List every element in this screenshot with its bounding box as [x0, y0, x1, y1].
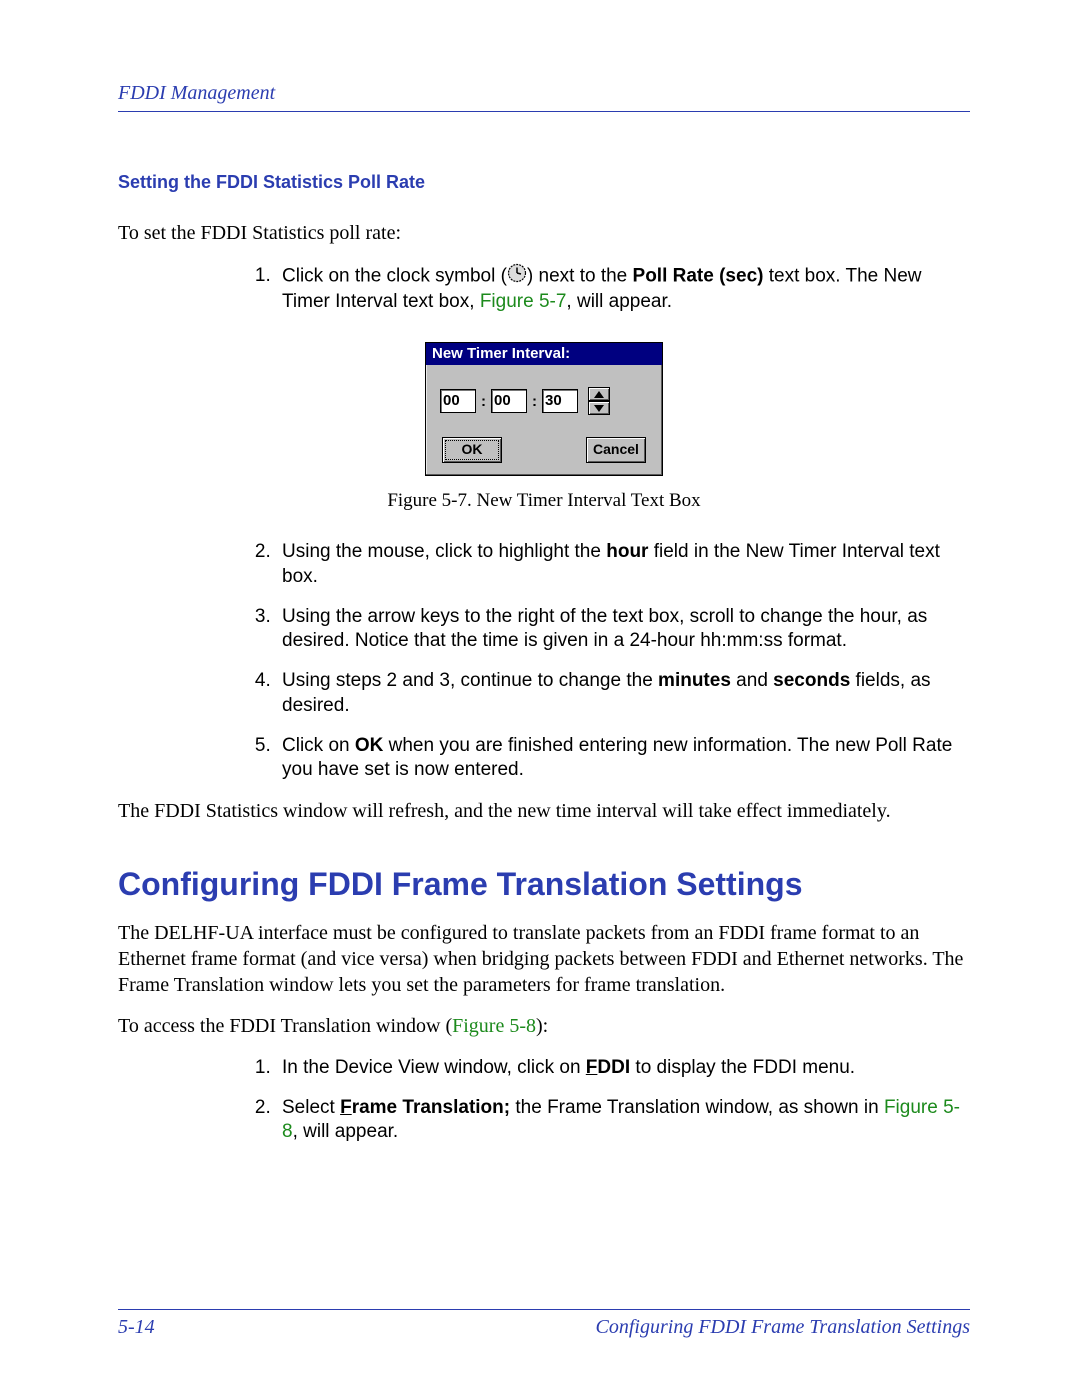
bold-rest: rame Translation;	[352, 1097, 510, 1118]
sub-heading: Setting the FDDI Statistics Poll Rate	[118, 172, 970, 193]
ok-button[interactable]: OK	[442, 437, 502, 463]
spinner-down-button[interactable]	[588, 401, 610, 415]
figure-caption: Figure 5-7. New Timer Interval Text Box	[118, 490, 970, 512]
time-row: 00 : 00 : 30	[440, 387, 648, 415]
after-text: The FDDI Statistics window will refresh,…	[118, 799, 970, 825]
footer-section-title: Configuring FDDI Frame Translation Setti…	[596, 1316, 970, 1339]
bold-label: hour	[606, 541, 648, 562]
step-text: ) next to the	[527, 265, 633, 286]
steps-list-2: Using the mouse, click to highlight the …	[248, 540, 970, 783]
clock-icon	[507, 263, 527, 290]
figure-5-7: New Timer Interval: 00 : 00 : 30	[118, 342, 970, 476]
dialog-title: New Timer Interval:	[426, 343, 662, 365]
mnemonic: F	[340, 1097, 352, 1118]
steps-list-1: Click on the clock symbol ( ) next to the…	[248, 263, 970, 315]
hours-field[interactable]: 00	[440, 389, 476, 413]
step-4: Using steps 2 and 3, continue to change …	[276, 669, 970, 718]
step-text: Using the arrow keys to the right of the…	[282, 606, 927, 651]
step-b-2: Select Frame Translation; the Frame Tran…	[276, 1096, 970, 1145]
step-2: Using the mouse, click to highlight the …	[276, 540, 970, 589]
bold-label: OK	[355, 735, 384, 756]
seconds-field[interactable]: 30	[542, 389, 578, 413]
step-text: In the Device View window, click on	[282, 1057, 586, 1078]
step-text: Using steps 2 and 3, continue to change …	[282, 670, 658, 691]
body-paragraph: The DELHF-UA interface must be configure…	[118, 921, 970, 998]
body-paragraph: To access the FDDI Translation window (F…	[118, 1014, 970, 1040]
step-text: when you are finished entering new infor…	[282, 735, 952, 780]
step-text: Select	[282, 1097, 340, 1118]
bold-rest: DDI	[597, 1057, 630, 1078]
bold-label: Poll Rate (sec)	[633, 265, 764, 286]
main-heading: Configuring FDDI Frame Translation Setti…	[118, 866, 970, 903]
minutes-field[interactable]: 00	[491, 389, 527, 413]
intro-text: To set the FDDI Statistics poll rate:	[118, 221, 970, 247]
mnemonic: F	[586, 1057, 598, 1078]
triangle-down-icon	[594, 405, 604, 412]
step-text: Click on	[282, 735, 355, 756]
cancel-button[interactable]: Cancel	[586, 437, 646, 463]
menu-name: Frame Translation;	[340, 1097, 510, 1118]
chapter-title: FDDI Management	[118, 82, 275, 104]
new-timer-interval-dialog: New Timer Interval: 00 : 00 : 30	[425, 342, 663, 476]
step-text: Click on the clock symbol (	[282, 265, 507, 286]
running-header: FDDI Management	[118, 82, 970, 112]
time-separator: :	[531, 393, 538, 410]
page-number: 5-14	[118, 1316, 155, 1339]
menu-name: FDDI	[586, 1057, 630, 1078]
figure-reference[interactable]: Figure 5-7	[480, 291, 567, 312]
bold-label: minutes	[658, 670, 731, 691]
figure-reference[interactable]: Figure 5-8	[452, 1015, 536, 1037]
triangle-up-icon	[594, 391, 604, 398]
step-5: Click on OK when you are finished enteri…	[276, 734, 970, 783]
bold-label: seconds	[773, 670, 850, 691]
step-1: Click on the clock symbol ( ) next to the…	[276, 263, 970, 315]
step-b-1: In the Device View window, click on FDDI…	[276, 1056, 970, 1080]
step-text: , will appear.	[293, 1121, 399, 1142]
steps-list-3: In the Device View window, click on FDDI…	[248, 1056, 970, 1145]
step-text: and	[731, 670, 773, 691]
step-text: , will appear.	[566, 291, 672, 312]
step-text: the Frame Translation window, as shown i…	[510, 1097, 884, 1118]
step-text: Using the mouse, click to highlight the	[282, 541, 606, 562]
text-fragment: To access the FDDI Translation window (	[118, 1015, 452, 1037]
spinner-up-button[interactable]	[588, 387, 610, 401]
step-3: Using the arrow keys to the right of the…	[276, 605, 970, 654]
text-fragment: ):	[536, 1015, 548, 1037]
time-separator: :	[480, 393, 487, 410]
step-text: to display the FDDI menu.	[630, 1057, 855, 1078]
time-spinner	[588, 387, 610, 415]
page-footer: 5-14 Configuring FDDI Frame Translation …	[118, 1309, 970, 1339]
